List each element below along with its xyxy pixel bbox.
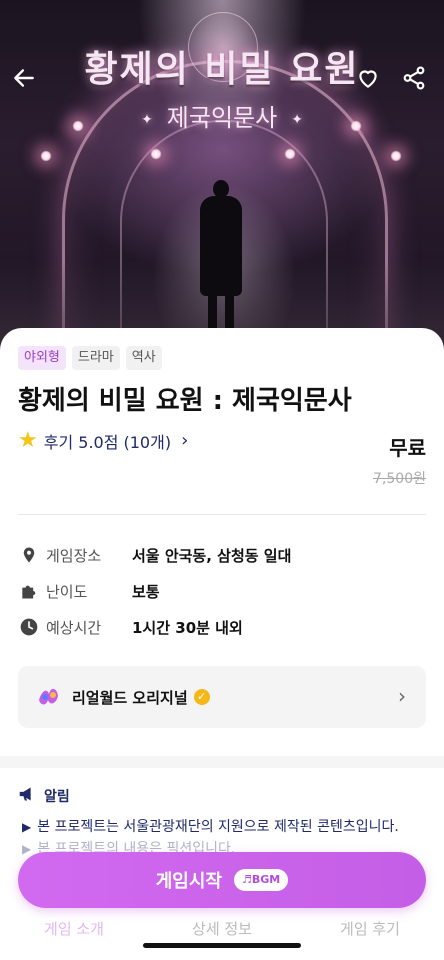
realworld-logo-icon [36,684,62,710]
lamp-light [390,150,402,162]
lamp-light [284,148,296,160]
section-gap [0,756,444,768]
info-time: 예상시간 1시간 30분 내외 [18,616,243,638]
bgm-badge: ♬BGM [234,869,289,891]
info-label: 난이도 [46,582,88,601]
notice-line: ▶ 본 프로젝트는 서울관광재단의 지원으로 제작된 콘텐츠입니다. [22,816,399,836]
megaphone-icon [18,786,36,806]
game-title: 황제의 비밀 요원 : 제국익문사 [18,386,352,416]
original-card[interactable]: 리얼월드 오리지널 ✓ › [18,666,426,728]
hero-subtitle: ✦ 제국익문사 ✦ [0,98,444,133]
tag-list: 야외형 드라마 역사 [18,346,162,370]
review-summary: 후기 5.0점 (10개) [43,432,172,452]
notice-text: 본 프로젝트는 서울관광재단의 지원으로 제작된 콘텐츠입니다. [37,819,399,835]
back-button[interactable] [8,62,40,94]
heart-icon [359,70,377,88]
like-button[interactable] [352,62,384,94]
share-button[interactable] [398,62,430,94]
share-icon [403,66,425,90]
info-difficulty: 난이도 보통 [18,580,160,602]
lamp-light [40,150,52,162]
triangle-bullet-icon: ▶ [22,842,32,856]
location-icon [18,544,40,566]
notice-header: 알림 [18,786,70,806]
chevron-right-icon: › [398,684,406,708]
triangle-bullet-icon: ▶ [22,820,32,834]
hero-image: 황제의 비밀 요원 ✦ 제국익문사 ✦ [0,0,444,360]
section-tabs: 게임 소개 상세 정보 게임 후기 [0,918,444,939]
divider [18,514,426,515]
chevron-right-icon: › [181,430,189,451]
tab-reviews[interactable]: 게임 후기 [340,918,400,939]
original-price: 7,500원 [373,471,426,487]
tab-details[interactable]: 상세 정보 [192,918,252,939]
info-value: 1시간 30분 내외 [132,618,243,637]
hero-subtitle-text: 제국익문사 [166,104,278,132]
info-location: 게임장소 서울 안국동, 삼청동 일대 [18,544,291,566]
tag: 역사 [125,346,162,370]
start-game-label: 게임시작 [155,871,222,892]
info-label: 예상시간 [46,618,102,637]
start-game-button[interactable]: 게임시작 ♬BGM [18,852,426,908]
home-indicator[interactable] [143,943,301,948]
original-card-label: 리얼월드 오리지널 [72,688,188,707]
info-value: 서울 안국동, 삼청동 일대 [132,546,292,565]
tag: 야외형 [18,346,66,370]
ornament-left: ✦ [141,111,153,128]
info-label: 게임장소 [46,546,102,565]
review-link[interactable]: ★ 후기 5.0점 (10개) › [18,428,188,453]
notice-title: 알림 [44,789,70,805]
puzzle-icon [18,580,40,602]
clock-icon [18,616,40,638]
info-value: 보통 [132,582,160,601]
tab-intro[interactable]: 게임 소개 [44,918,104,939]
tag: 드라마 [71,346,120,370]
back-arrow-icon [14,69,34,87]
star-icon: ★ [18,428,38,453]
ornament-right: ✦ [291,111,303,128]
lamp-light [150,148,162,160]
silhouette-figure [196,180,246,330]
verified-badge-icon: ✓ [193,689,210,705]
price: 무료 [389,436,426,460]
